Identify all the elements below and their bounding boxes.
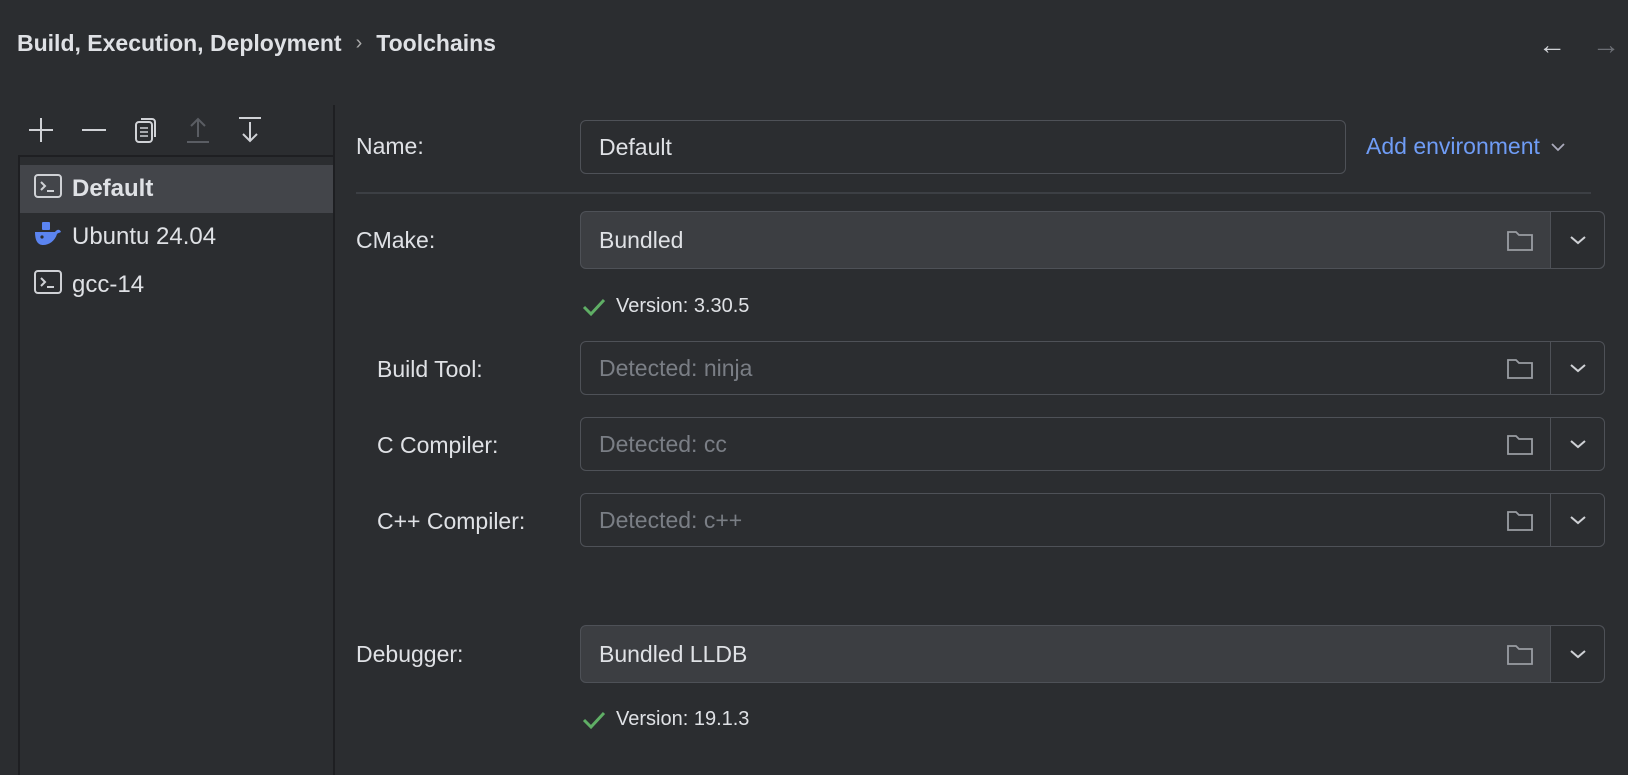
chevron-down-icon[interactable] xyxy=(1550,626,1604,682)
cmake-version-text: Version: 3.30.5 xyxy=(616,295,750,317)
copy-icon[interactable] xyxy=(131,115,161,145)
cpp-compiler-label: C++ Compiler: xyxy=(377,508,526,534)
toolchain-item-ubuntu[interactable]: Ubuntu 24.04 xyxy=(20,213,334,261)
folder-icon[interactable] xyxy=(1490,642,1550,666)
chevron-down-icon xyxy=(1551,142,1565,151)
toolchain-item-gcc[interactable]: gcc-14 xyxy=(20,261,334,309)
cmake-version: Version: 3.30.5 xyxy=(582,295,749,318)
remove-icon[interactable] xyxy=(79,115,109,145)
build-tool-label: Build Tool: xyxy=(377,356,483,382)
terminal-icon xyxy=(34,269,62,302)
back-arrow-icon[interactable]: ← xyxy=(1538,30,1566,60)
toolchain-item-default[interactable]: Default xyxy=(20,165,334,213)
chevron-down-icon[interactable] xyxy=(1550,212,1604,268)
cmake-combo[interactable]: Bundled xyxy=(580,211,1605,269)
debugger-combo[interactable]: Bundled LLDB xyxy=(580,625,1605,683)
build-tool-placeholder: Detected: ninja xyxy=(599,354,753,381)
add-environment-link[interactable]: Add environment xyxy=(1366,133,1566,160)
check-icon xyxy=(582,298,606,316)
docker-icon xyxy=(34,221,62,254)
debugger-version: Version: 19.1.3 xyxy=(582,708,749,731)
debugger-value: Bundled LLDB xyxy=(599,640,748,667)
breadcrumb-current: Toolchains xyxy=(376,30,496,56)
c-compiler-label: C Compiler: xyxy=(377,432,499,458)
breadcrumb: Build, Execution, Deployment › Toolchain… xyxy=(17,30,496,57)
toolchain-label: gcc-14 xyxy=(72,271,145,298)
chevron-down-icon[interactable] xyxy=(1550,494,1604,546)
cpp-compiler-placeholder: Detected: c++ xyxy=(599,506,743,533)
add-environment-label: Add environment xyxy=(1366,133,1540,159)
forward-arrow-icon[interactable]: → xyxy=(1592,30,1620,60)
terminal-icon xyxy=(34,173,62,206)
debugger-version-text: Version: 19.1.3 xyxy=(616,708,750,730)
chevron-down-icon[interactable] xyxy=(1550,418,1604,470)
check-icon xyxy=(582,711,606,729)
c-compiler-combo[interactable]: Detected: cc xyxy=(580,417,1605,471)
name-label: Name: xyxy=(356,133,424,159)
name-input[interactable]: Default xyxy=(580,120,1346,174)
cpp-compiler-combo[interactable]: Detected: c++ xyxy=(580,493,1605,547)
separator xyxy=(356,192,1591,194)
breadcrumb-separator: › xyxy=(355,32,363,54)
breadcrumb-parent[interactable]: Build, Execution, Deployment xyxy=(17,30,342,57)
chevron-down-icon[interactable] xyxy=(1550,342,1604,394)
add-icon[interactable] xyxy=(26,115,56,145)
panel-divider[interactable] xyxy=(333,105,335,775)
debugger-label: Debugger: xyxy=(356,641,464,667)
move-up-icon xyxy=(183,115,213,145)
cmake-value: Bundled xyxy=(599,226,684,253)
name-value: Default xyxy=(599,133,672,160)
move-down-icon[interactable] xyxy=(235,115,265,145)
cmake-label: CMake: xyxy=(356,227,436,253)
toolchain-label: Default xyxy=(72,175,154,202)
build-tool-combo[interactable]: Detected: ninja xyxy=(580,341,1605,395)
toolchain-label: Ubuntu 24.04 xyxy=(72,223,217,250)
toolchain-list: Default Ubuntu 24.04 gcc-14 xyxy=(18,155,334,775)
folder-icon[interactable] xyxy=(1490,432,1550,456)
folder-icon[interactable] xyxy=(1490,228,1550,252)
c-compiler-placeholder: Detected: cc xyxy=(599,430,727,457)
folder-icon[interactable] xyxy=(1490,508,1550,532)
folder-icon[interactable] xyxy=(1490,356,1550,380)
